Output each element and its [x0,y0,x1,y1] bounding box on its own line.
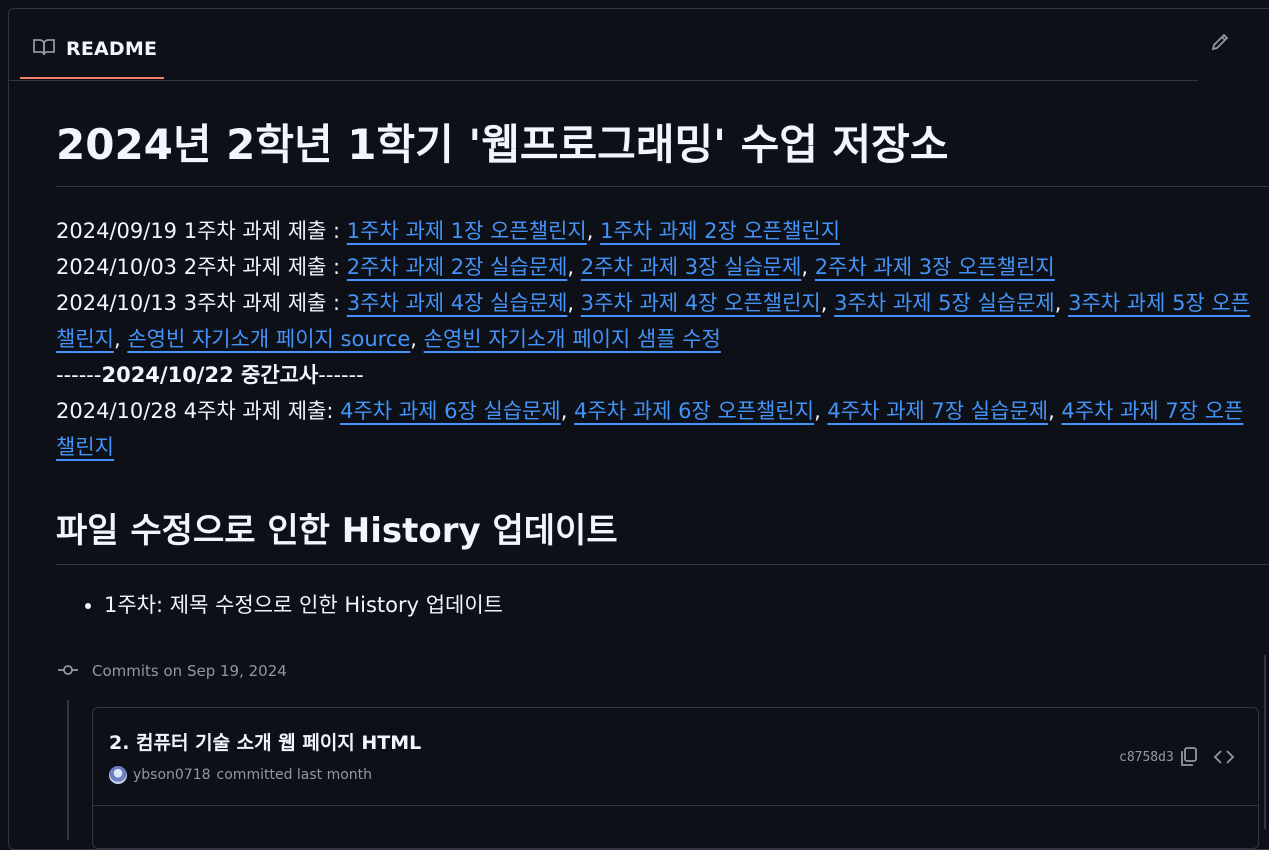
separator: , [1048,399,1062,424]
readme-body: 2024년 2학년 1학기 '웹프로그래밍' 수업 저장소 2024/09/19… [56,120,1269,623]
code-icon [1213,750,1235,772]
separator: , [586,219,601,244]
readme-header: README [8,8,1269,81]
assignment-schedule: 2024/09/19 1주차 과제 제출 : 1주차 과제 1장 오픈챌린지, … [56,213,1256,465]
commit-author[interactable]: ybson0718 [133,767,211,783]
separator: , [801,255,815,280]
history-item: 1주차: 제목 수정으로 인한 History 업데이트 [104,587,1269,623]
link-week2-ch2-exercise[interactable]: 2주차 과제 2장 실습문제 [347,255,568,279]
browse-repo-button[interactable] [1213,746,1235,768]
link-week3-ch4-exercise[interactable]: 3주차 과제 4장 실습문제 [347,291,568,315]
readme-tab-label: README [66,38,158,60]
commit-title[interactable]: 2. 컴퓨터 기술 소개 웹 페이지 HTML [109,728,421,755]
week4-prefix: 2024/10/28 4주차 과제 제출: [56,399,341,424]
link-intro-page-source[interactable]: 손영빈 자기소개 페이지 source [127,327,410,351]
separator: , [567,255,581,280]
commit-meta: ybson0718 committed last month [109,766,372,784]
link-week4-ch7-exercise[interactable]: 4주차 과제 7장 실습문제 [827,399,1048,423]
commits-date-label: Commits on Sep 19, 2024 [92,662,287,680]
history-list: 1주차: 제목 수정으로 인한 History 업데이트 [56,587,1269,623]
page-title: 2024년 2학년 1학기 '웹프로그래밍' 수업 저장소 [56,120,1269,188]
link-week1-ch1-challenge[interactable]: 1주차 과제 1장 오픈챌린지 [347,219,587,243]
active-tab-indicator [20,77,164,79]
exam-dashes-right: ------ [318,363,364,388]
separator: , [560,399,575,424]
schedule-line-week1: 2024/09/19 1주차 과제 제출 : 1주차 과제 1장 오픈챌린지, … [56,213,1256,249]
book-icon [32,37,56,61]
week1-prefix: 2024/09/19 1주차 과제 제출 : [56,219,347,244]
timeline-line [67,700,69,840]
copy-icon [1179,747,1199,772]
exam-dashes-left: ------ [56,363,102,388]
link-week3-ch5-exercise[interactable]: 3주차 과제 5장 실습문제 [834,291,1055,315]
card-divider [93,805,1258,806]
schedule-line-exam: ------2024/10/22 중간고사------ [56,357,1256,393]
commit-card: 2. 컴퓨터 기술 소개 웹 페이지 HTML ybson0718 commit… [92,707,1259,849]
history-section-title: 파일 수정으로 인한 History 업데이트 [56,503,1269,566]
separator: , [113,327,128,352]
edit-file-button[interactable] [1206,30,1234,58]
separator: , [814,399,828,424]
header-divider [8,80,1198,81]
copy-sha-button[interactable] [1179,746,1199,768]
midterm-exam-label: 2024/10/22 중간고사 [101,363,319,388]
link-intro-page-sample[interactable]: 손영빈 자기소개 페이지 샘플 수정 [424,327,721,351]
schedule-line-week4: 2024/10/28 4주차 과제 제출: 4주차 과제 6장 실습문제, 4주… [56,393,1256,465]
link-week3-ch4-challenge[interactable]: 3주차 과제 4장 오픈챌린지 [581,291,821,315]
git-commit-icon [58,662,78,680]
scrollbar-edge[interactable] [1264,655,1266,829]
link-week4-ch6-challenge[interactable]: 4주차 과제 6장 오픈챌린지 [574,399,814,423]
schedule-line-week3: 2024/10/13 3주차 과제 제출 : 3주차 과제 4장 실습문제, 3… [56,285,1256,357]
schedule-line-week2: 2024/10/03 2주차 과제 제출 : 2주차 과제 2장 실습문제, 2… [56,249,1256,285]
commit-sha[interactable]: c8758d3 [1119,750,1174,765]
separator: , [1054,291,1069,316]
readme-tab[interactable]: README [20,20,164,78]
week3-prefix: 2024/10/13 3주차 과제 제출 : [56,291,347,316]
commit-meta-text: committed last month [216,767,373,783]
separator: , [567,291,581,316]
avatar[interactable] [109,766,127,784]
link-week4-ch6-exercise[interactable]: 4주차 과제 6장 실습문제 [340,399,561,423]
link-week1-ch2-challenge[interactable]: 1주차 과제 2장 오픈챌린지 [600,219,840,243]
separator: , [410,327,424,352]
week2-prefix: 2024/10/03 2주차 과제 제출 : [56,255,347,280]
pencil-icon [1209,31,1231,57]
link-week2-ch3-exercise[interactable]: 2주차 과제 3장 실습문제 [581,255,802,279]
separator: , [820,291,835,316]
link-week2-ch3-challenge[interactable]: 2주차 과제 3장 오픈챌린지 [815,255,1055,279]
commits-date-heading: Commits on Sep 19, 2024 [58,662,287,680]
